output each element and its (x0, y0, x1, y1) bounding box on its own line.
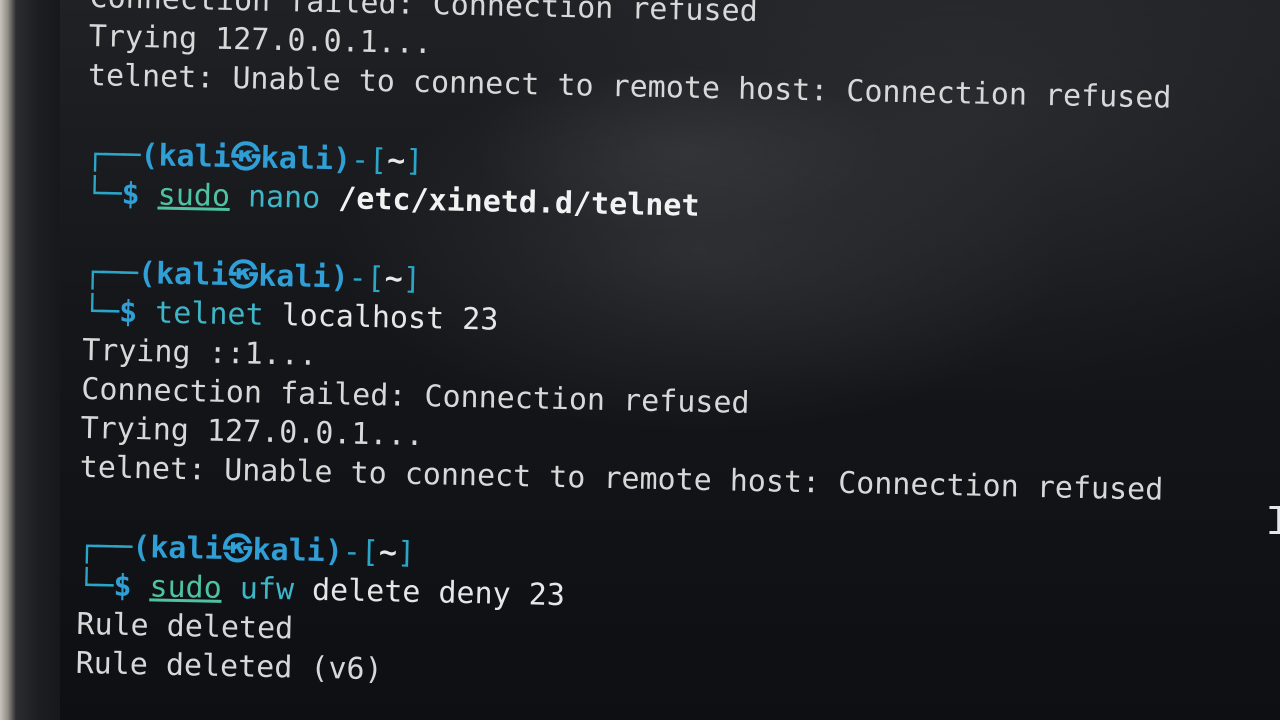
terminal-output[interactable]: Connection failed: Connection refused Tr… (75, 0, 1280, 708)
prompt-dir: ~ (384, 261, 404, 297)
command-program: nano (247, 179, 321, 216)
prompt-dir-open: [ (366, 260, 386, 297)
prompt-corner-bottom: └─ (85, 175, 122, 212)
prompt-dir: ~ (386, 143, 406, 179)
terminal-screen[interactable]: Connection failed: Connection refused Tr… (60, 0, 1280, 720)
prompt-dir: ~ (378, 535, 398, 571)
command-sudo: sudo (149, 569, 223, 606)
command-argument: /etc/xinetd.d/telnet (337, 181, 700, 224)
prompt-dash: - (342, 534, 362, 570)
prompt-corner-bottom: └─ (76, 567, 114, 604)
prompt-user-host: (kali㉿kali) (131, 530, 344, 570)
prompt-user-host: (kali㉿kali) (137, 256, 349, 296)
prompt-corner-top: ┌── (85, 136, 141, 174)
prompt-corner-top: ┌── (77, 528, 133, 566)
prompt-dollar: $ (113, 568, 132, 604)
text-cursor-icon: Ｉ (1260, 499, 1280, 543)
prompt-dash: - (348, 260, 368, 296)
command-sudo: sudo (157, 177, 231, 214)
prompt-dash: - (350, 142, 370, 178)
prompt-corner-top: ┌── (83, 254, 139, 292)
prompt-dir-close: ] (396, 535, 416, 571)
prompt-dir-close: ] (402, 261, 422, 297)
prompt-dir-open: [ (368, 142, 388, 179)
prompt-dollar: $ (118, 294, 138, 331)
prompt-dollar: $ (121, 176, 141, 213)
prompt-corner-bottom: └─ (82, 293, 120, 330)
command-program: ufw (239, 571, 295, 608)
command-argument: delete deny 23 (311, 572, 566, 614)
command-program: telnet (154, 295, 264, 333)
prompt-dir-open: [ (360, 534, 380, 571)
command-argument: localhost 23 (281, 298, 499, 338)
prompt-dir-close: ] (404, 143, 424, 180)
monitor-bezel (0, 0, 60, 720)
photo-frame: Connection failed: Connection refused Tr… (0, 0, 1280, 720)
prompt-user-host: (kali㉿kali) (140, 138, 352, 178)
